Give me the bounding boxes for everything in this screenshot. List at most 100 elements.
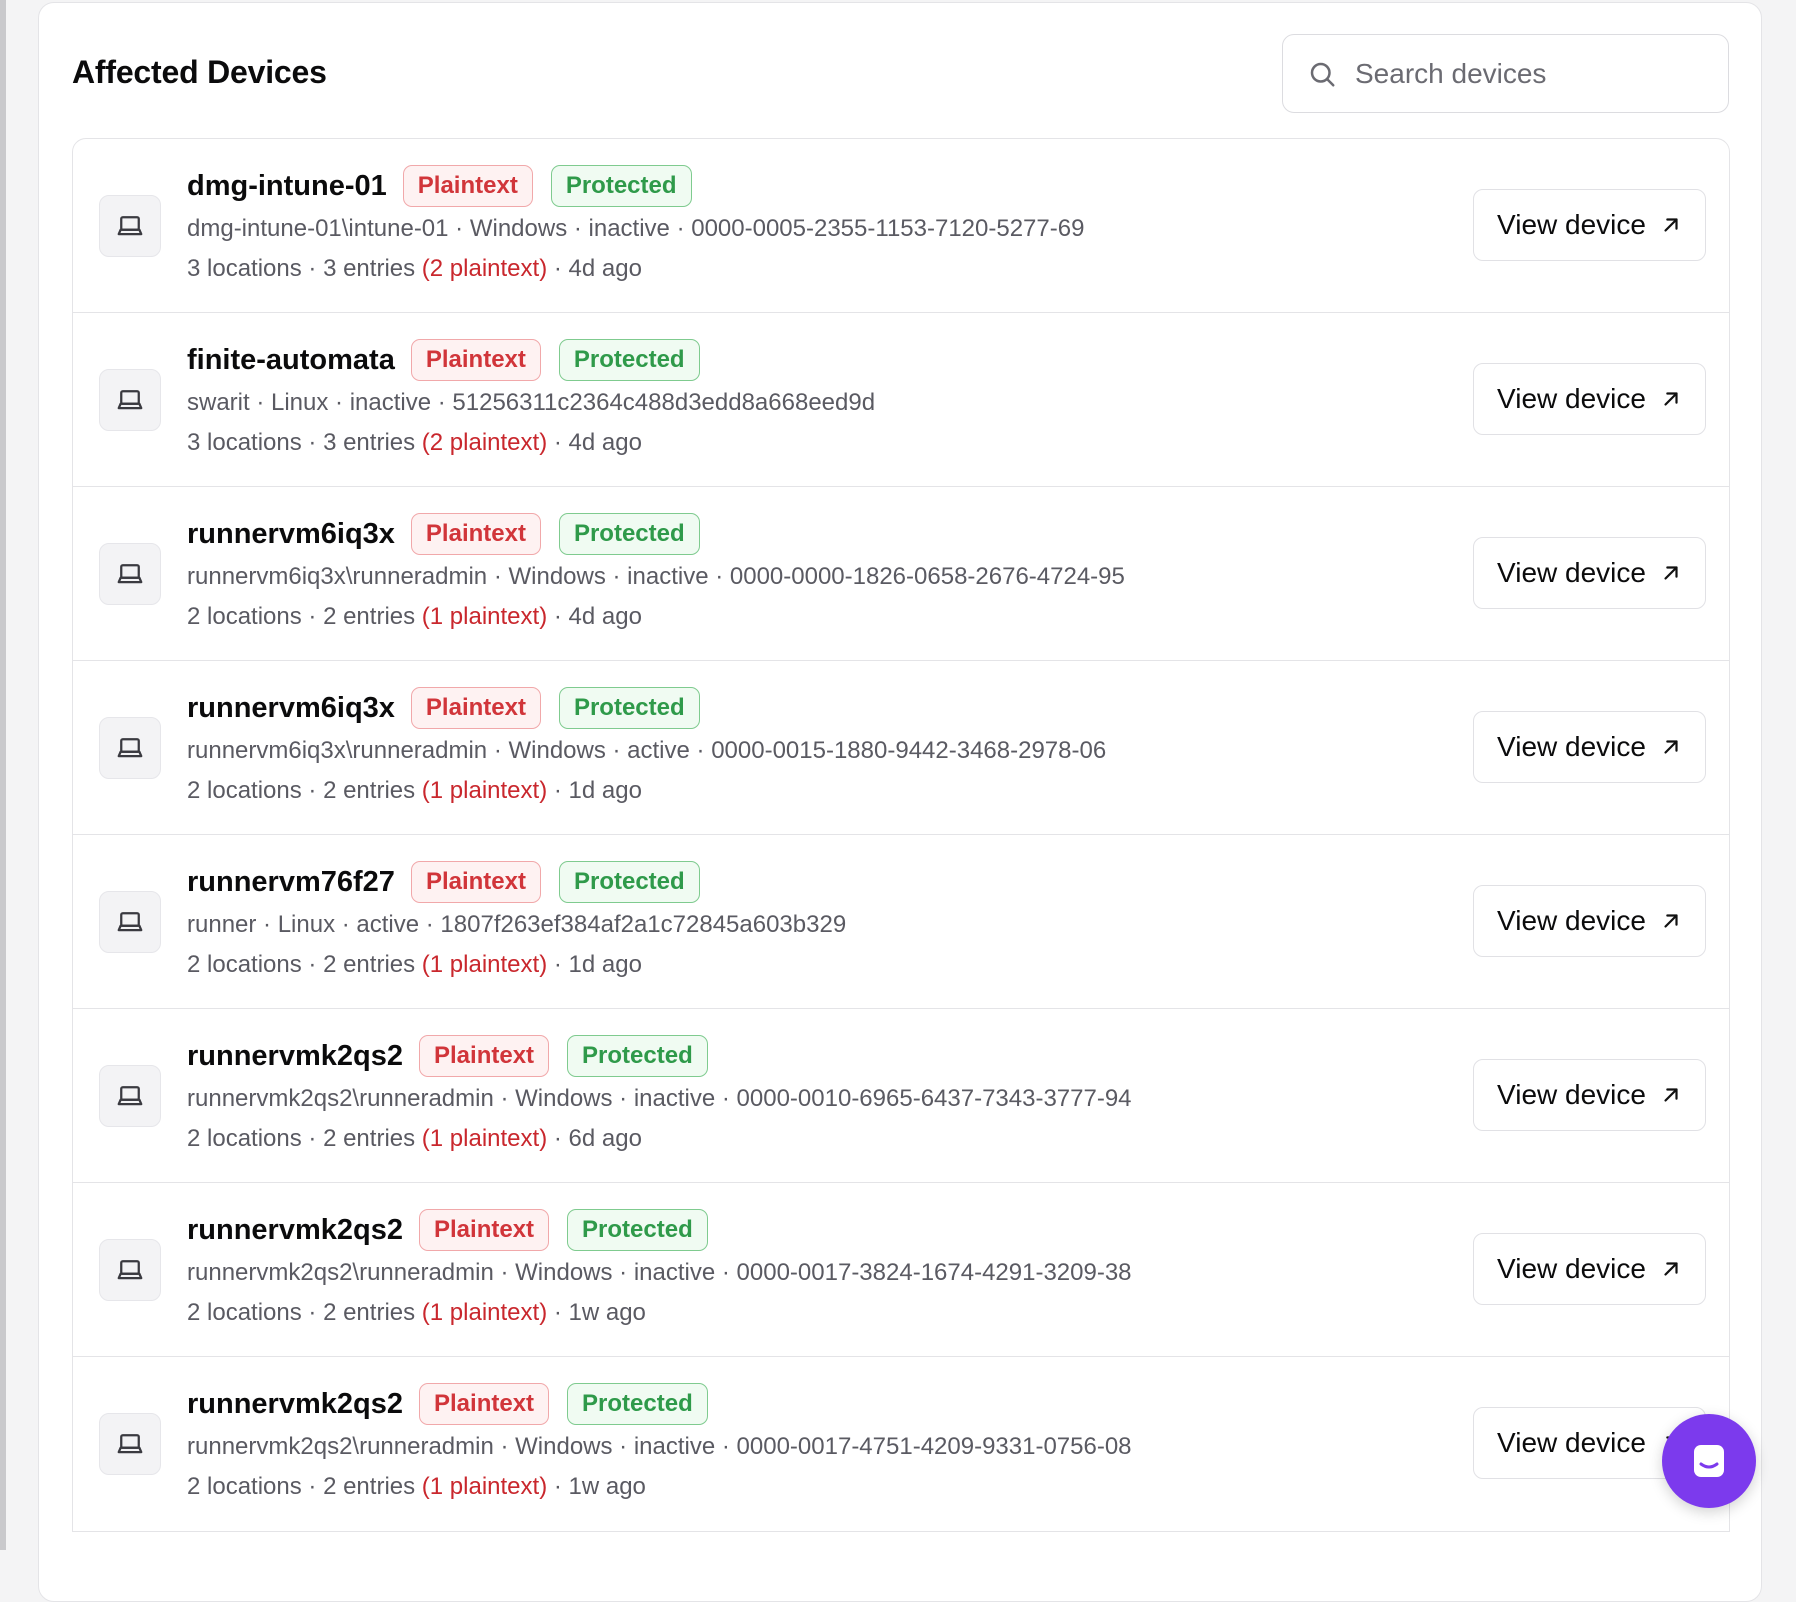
view-device-button[interactable]: View device: [1473, 537, 1706, 609]
laptop-icon: [99, 1413, 161, 1475]
view-device-button[interactable]: View device: [1473, 1233, 1706, 1305]
plaintext-count: (1 plaintext): [421, 1473, 548, 1500]
laptop-icon: [99, 1065, 161, 1127]
plaintext-badge: Plaintext: [419, 1383, 550, 1425]
device-stats: 2 locations · 2 entries (1 plaintext) · …: [187, 1299, 646, 1327]
device-meta: dmg-intune-01\intune-01 · Windows · inac…: [187, 215, 1085, 242]
device-counts: 2 locations · 2 entries: [187, 603, 422, 630]
device-age: · 1d ago: [547, 951, 642, 978]
protected-badge: Protected: [550, 165, 692, 207]
device-header: runnervmk2qs2 Plaintext Protected: [187, 1381, 726, 1427]
device-counts: 2 locations · 2 entries: [187, 1299, 422, 1326]
protected-badge: Protected: [558, 339, 700, 381]
laptop-icon: [99, 1239, 161, 1301]
protected-badge: Protected: [567, 1035, 708, 1077]
laptop-icon: [99, 891, 161, 953]
device-meta: runner · Linux · active · 1807f263ef384a…: [187, 911, 847, 938]
device-counts: 2 locations · 2 entries: [187, 777, 422, 804]
device-row: runnervm6iq3x Plaintext Protected runner…: [73, 487, 1729, 661]
device-header: dmg-intune-01 Plaintext Protected: [187, 163, 710, 209]
device-stats: 3 locations · 3 entries (2 plaintext) · …: [187, 429, 642, 457]
device-row: dmg-intune-01 Plaintext Protected dmg-in…: [73, 139, 1729, 313]
view-device-label: View device: [1497, 209, 1646, 240]
device-age: · 4d ago: [547, 429, 642, 456]
device-header: runnervm6iq3x Plaintext Protected: [187, 685, 718, 731]
arrow-up-right-icon: [1664, 914, 1678, 928]
device-meta: runnervmk2qs2\runneradmin · Windows · in…: [187, 1433, 1132, 1460]
device-header: runnervmk2qs2 Plaintext Protected: [187, 1033, 726, 1079]
device-age: · 4d ago: [547, 255, 642, 282]
device-row: runnervm6iq3x Plaintext Protected runner…: [73, 661, 1729, 835]
search-box[interactable]: [1282, 34, 1729, 113]
view-device-button[interactable]: View device: [1473, 885, 1706, 957]
device-counts: 3 locations · 3 entries: [187, 255, 422, 282]
view-device-button[interactable]: View device: [1473, 711, 1706, 783]
view-device-label: View device: [1497, 905, 1646, 936]
view-device-button[interactable]: View device: [1473, 189, 1706, 261]
device-header: finite-automata Plaintext Protected: [187, 337, 718, 383]
view-device-label: View device: [1497, 1253, 1646, 1284]
arrow-up-right-icon: [1664, 1262, 1678, 1276]
device-name: dmg-intune-01: [187, 169, 387, 202]
device-age: · 1w ago: [547, 1299, 646, 1326]
device-name: runnervmk2qs2: [187, 1039, 403, 1072]
device-name: runnervm6iq3x: [187, 691, 395, 724]
view-device-label: View device: [1497, 557, 1646, 588]
device-meta: runnervmk2qs2\runneradmin · Windows · in…: [187, 1259, 1132, 1286]
view-device-label: View device: [1497, 1427, 1646, 1458]
plaintext-count: (1 plaintext): [421, 1125, 548, 1152]
left-edge-strip: [0, 0, 6, 1550]
device-row: runnervmk2qs2 Plaintext Protected runner…: [73, 1009, 1729, 1183]
view-device-label: View device: [1497, 383, 1646, 414]
device-row: finite-automata Plaintext Protected swar…: [73, 313, 1729, 487]
search-icon: [1310, 62, 1335, 86]
plaintext-count: (1 plaintext): [421, 603, 548, 630]
search-input[interactable]: [1353, 56, 1728, 91]
arrow-up-right-icon: [1664, 218, 1678, 232]
device-name: finite-automata: [187, 343, 395, 376]
plaintext-badge: Plaintext: [419, 1035, 550, 1077]
device-name: runnervm76f27: [187, 865, 395, 898]
arrow-up-right-icon: [1664, 740, 1678, 754]
laptop-icon: [99, 195, 161, 257]
plaintext-badge: Plaintext: [410, 339, 541, 381]
plaintext-badge: Plaintext: [410, 861, 541, 903]
device-counts: 2 locations · 2 entries: [187, 1473, 422, 1500]
view-device-button[interactable]: View device: [1473, 1059, 1706, 1131]
device-age: · 6d ago: [547, 1125, 642, 1152]
device-stats: 2 locations · 2 entries (1 plaintext) · …: [187, 951, 642, 979]
arrow-up-right-icon: [1664, 1088, 1678, 1102]
device-stats: 2 locations · 2 entries (1 plaintext) · …: [187, 777, 642, 805]
device-stats: 2 locations · 2 entries (1 plaintext) · …: [187, 1125, 642, 1153]
device-meta: runnervm6iq3x\runneradmin · Windows · in…: [187, 563, 1125, 590]
device-name: runnervm6iq3x: [187, 517, 395, 550]
plaintext-badge: Plaintext: [402, 165, 533, 207]
plaintext-count: (1 plaintext): [421, 951, 548, 978]
view-device-label: View device: [1497, 1079, 1646, 1110]
arrow-up-right-icon: [1664, 392, 1678, 406]
plaintext-count: (1 plaintext): [421, 777, 548, 804]
plaintext-count: (1 plaintext): [421, 1299, 548, 1326]
arrow-up-right-icon: [1664, 566, 1678, 580]
chat-launcher-button[interactable]: [1662, 1414, 1756, 1508]
protected-badge: Protected: [558, 861, 700, 903]
device-stats: 2 locations · 2 entries (1 plaintext) · …: [187, 1473, 646, 1501]
view-device-button[interactable]: View device: [1473, 363, 1706, 435]
plaintext-badge: Plaintext: [419, 1209, 550, 1251]
chat-icon: [1694, 1445, 1724, 1477]
plaintext-count: (2 plaintext): [421, 255, 548, 282]
device-header: runnervm6iq3x Plaintext Protected: [187, 511, 718, 557]
device-age: · 1w ago: [547, 1473, 646, 1500]
device-meta: runnervm6iq3x\runneradmin · Windows · ac…: [187, 737, 1107, 764]
device-stats: 3 locations · 3 entries (2 plaintext) · …: [187, 255, 642, 283]
device-row: runnervmk2qs2 Plaintext Protected runner…: [73, 1357, 1729, 1531]
device-row: runnervmk2qs2 Plaintext Protected runner…: [73, 1183, 1729, 1357]
plaintext-count: (2 plaintext): [421, 429, 548, 456]
device-name: runnervmk2qs2: [187, 1213, 403, 1246]
protected-badge: Protected: [558, 687, 700, 729]
device-row: runnervm76f27 Plaintext Protected runner…: [73, 835, 1729, 1009]
device-meta: swarit · Linux · inactive · 51256311c236…: [187, 389, 876, 416]
laptop-icon: [99, 369, 161, 431]
device-age: · 1d ago: [547, 777, 642, 804]
view-device-label: View device: [1497, 731, 1646, 762]
